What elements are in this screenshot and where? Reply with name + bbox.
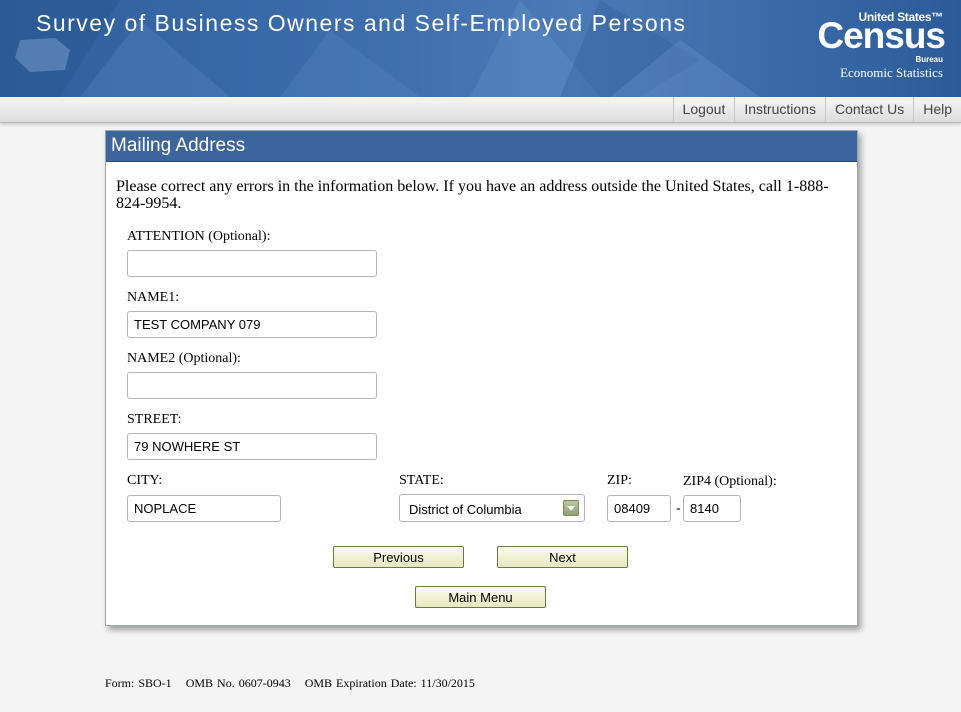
page-title: Survey of Business Owners and Self-Emplo… [36,10,687,36]
header-banner: Survey of Business Owners and Self-Emplo… [0,0,961,97]
street-input[interactable] [127,433,377,460]
nav-contact-link[interactable]: Contact Us [824,97,913,122]
logo-bureau: Bureau [915,55,943,64]
attention-label: ATTENTION (Optional): [127,229,271,244]
zip4-input[interactable] [683,495,741,522]
footer-omb-number: OMB No. 0607-0943 [185,676,291,690]
nav-links: Logout Instructions Contact Us Help [672,97,961,122]
footer: Form: SBO-1 OMB No. 0607-0943 OMB Expira… [105,676,485,691]
footer-omb-expiration: OMB Expiration Date: 11/30/2015 [304,676,475,690]
name2-label: NAME2 (Optional): [127,351,241,366]
panel-title: Mailing Address [106,131,857,162]
state-select[interactable]: District of Columbia [399,494,585,522]
zip4-label: ZIP4 (Optional): [683,474,777,489]
state-label: STATE: [399,473,444,488]
zip-separator: - [676,501,681,516]
mailing-address-panel: Mailing Address Please correct any error… [105,130,858,626]
zip-input[interactable] [607,495,671,522]
name1-input[interactable] [127,311,377,338]
next-button[interactable]: Next [497,546,628,568]
attention-input[interactable] [127,250,377,277]
city-input[interactable] [127,495,281,522]
name2-input[interactable] [127,372,377,399]
zip-label: ZIP: [607,473,632,488]
logo-census: Census [817,15,946,56]
nav-instructions-link[interactable]: Instructions [734,97,825,122]
nav-help-link[interactable]: Help [913,97,961,122]
logo-division: Economic Statistics [840,65,943,80]
previous-button[interactable]: Previous [333,546,464,568]
street-label: STREET: [127,412,182,427]
nav-logout-link[interactable]: Logout [672,97,735,122]
chevron-down-icon[interactable] [563,500,579,516]
census-logo: United States™ Census Bureau Economic St… [807,8,947,88]
main-menu-button[interactable]: Main Menu [415,586,546,608]
name1-label: NAME1: [127,290,180,305]
state-selected-value: District of Columbia [409,502,522,517]
nav-bar: Logout Instructions Contact Us Help [0,97,961,123]
footer-form-id: Form: SBO-1 [105,676,172,690]
city-label: CITY: [127,473,163,488]
instructions-text: Please correct any errors in the informa… [116,178,829,212]
